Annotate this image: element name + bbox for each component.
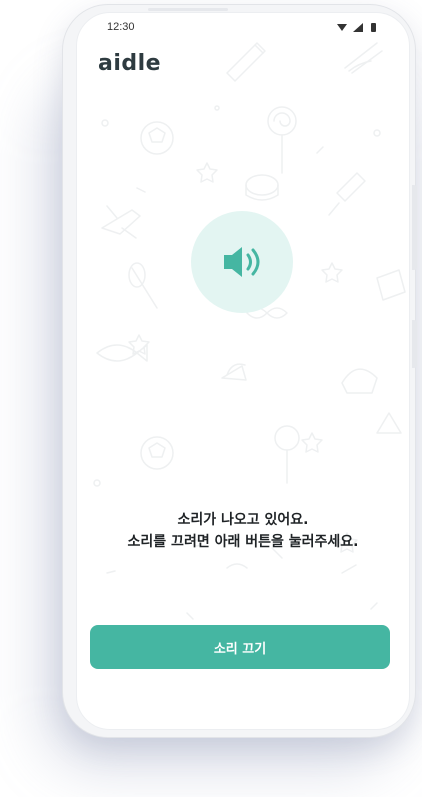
- status-icons: [337, 23, 376, 32]
- status-time: 12:30: [107, 21, 135, 33]
- message-line-2: 소리를 끄려면 아래 버튼을 눌러주세요.: [127, 534, 359, 550]
- mute-sound-button[interactable]: 소리 끄기: [90, 625, 390, 669]
- sound-indicator: [191, 211, 293, 313]
- message-line-1: 소리가 나오고 있어요.: [177, 512, 309, 528]
- device-volume-button: [412, 185, 417, 270]
- stage: 12:30 aidle 소리가 나오고 있어요. 소리를 끄려면 아래 버튼을 …: [0, 0, 422, 797]
- battery-icon: [371, 23, 376, 32]
- device-earpiece: [148, 8, 228, 11]
- device-power-button: [412, 320, 417, 368]
- app-screen: 12:30 aidle 소리가 나오고 있어요. 소리를 끄려면 아래 버튼을 …: [76, 12, 410, 730]
- status-bar: 12:30: [77, 13, 409, 43]
- app-logo: aidle: [98, 51, 162, 76]
- signal-icon: [353, 23, 363, 32]
- background-doodles: [93, 42, 406, 620]
- sound-message: 소리가 나오고 있어요. 소리를 끄려면 아래 버튼을 눌러주세요.: [77, 509, 409, 553]
- wifi-icon: [337, 24, 347, 31]
- speaker-volume-icon: [224, 247, 260, 277]
